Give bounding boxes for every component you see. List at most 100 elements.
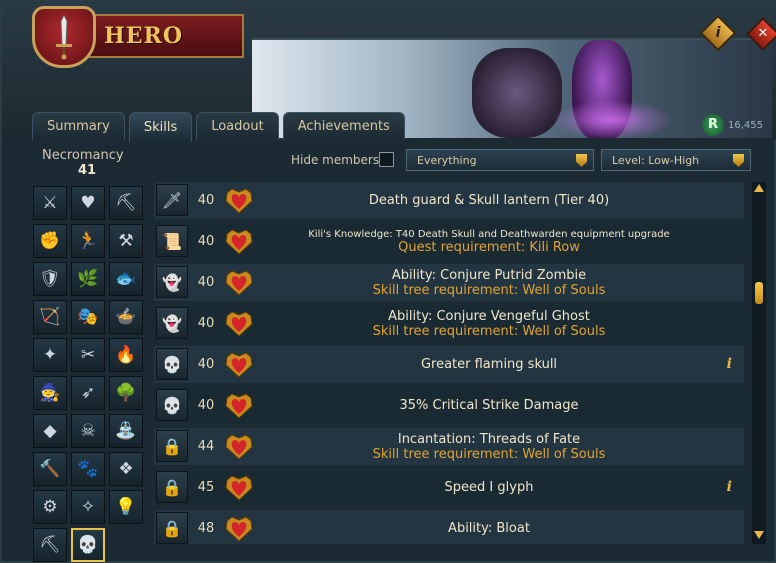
tab-skills[interactable]: Skills [128, 112, 193, 142]
unlock-list: 🗡 40 Death guard & Skull lantern (Tier 40)… [154, 182, 744, 544]
skill-firemaking-icon[interactable]: 🔥 [109, 338, 143, 372]
skill-construction-icon[interactable]: 🔨 [33, 452, 67, 486]
lock-icon: 🔒 [156, 512, 188, 544]
skill-runecrafting-icon[interactable]: ◆ [33, 414, 67, 448]
skill-crafting-icon[interactable]: ✂ [71, 338, 105, 372]
window-header: HERO i ✕ Summary Skills Loadout Achievem… [2, 2, 776, 142]
unlock-text: Speed I glyph [264, 469, 714, 506]
unlock-row[interactable]: 📜 40 Kili's Knowledge: T40 Death Skull and… [154, 223, 744, 260]
unlock-row[interactable]: 🔒 44 Incantation: Threads of Fate Skill tre… [154, 428, 744, 465]
skill-necromancy-icon[interactable]: 💀 [71, 528, 105, 562]
skill-prayer-icon[interactable]: ✦ [33, 338, 67, 372]
runecoin-amount: 16,455 [728, 119, 763, 131]
unlock-level: 40 [197, 316, 215, 331]
members-heart-icon [225, 475, 253, 501]
tab-loadout[interactable]: Loadout [196, 112, 279, 140]
unlock-title: Incantation: Threads of Fate [397, 431, 581, 447]
unlock-title: Kili's Knowledge: T40 Death Skull and De… [308, 228, 670, 240]
skill-smithing-icon[interactable]: ⚒ [109, 224, 143, 258]
members-heart-icon [225, 270, 253, 296]
lock-icon: 🔒 [156, 471, 188, 503]
type-filter-dropdown[interactable]: Everything [406, 149, 594, 171]
skill-sidebar: Necromancy 41 ⚔ ♥ ⛏ ✊ 🏃 ⚒ 🛡 🌿 🐟 🏹 🎭 🍲 ✦ ✂ 🔥 🧙 ➶ 🌳 ◆ ☠ ⛲ 🔨 🐾 ❖ ⚙ ✧… [12, 142, 148, 562]
unlock-title: Ability: Conjure Putrid Zombie [391, 267, 587, 283]
skill-herblore-icon[interactable]: 🌿 [71, 262, 105, 296]
skill-mining-icon[interactable]: ⛏ [109, 186, 143, 220]
sort-value: Level: Low-High [612, 153, 700, 167]
info-icon[interactable]: i [727, 469, 732, 506]
unlock-level: 40 [197, 357, 215, 372]
skill-dungeoneering-icon[interactable]: ⚙ [33, 490, 67, 524]
runecoin-balance: R 16,455 [702, 114, 763, 136]
skill-hunter-icon[interactable]: 🐾 [71, 452, 105, 486]
unlock-text: Ability: Conjure Putrid Zombie Skill tree… [264, 264, 714, 301]
tab-achievements[interactable]: Achievements [282, 112, 405, 140]
unlock-row[interactable]: 🗡 40 Death guard & Skull lantern (Tier 40) [154, 182, 744, 219]
members-heart-icon [225, 311, 253, 337]
skill-defence-icon[interactable]: 🛡 [33, 262, 67, 296]
skill-constitution-icon[interactable]: ♥ [71, 186, 105, 220]
banner-glow [552, 100, 672, 138]
tab-summary[interactable]: Summary [32, 112, 125, 140]
skill-divination-icon[interactable]: ✧ [71, 490, 105, 524]
unlock-level: 44 [197, 439, 215, 454]
skill-woodcutting-icon[interactable]: 🌳 [109, 376, 143, 410]
skill-fletching-icon[interactable]: ➶ [71, 376, 105, 410]
members-heart-icon [225, 352, 253, 378]
unlock-text: Kili's Knowledge: T40 Death Skull and De… [264, 223, 714, 260]
unlock-level: 40 [197, 398, 215, 413]
info-icon[interactable]: i [727, 346, 732, 383]
skill-invention-icon[interactable]: 💡 [109, 490, 143, 524]
members-heart-icon [225, 229, 253, 255]
unlock-row[interactable]: 👻 40 Ability: Conjure Putrid Zombie Skill t… [154, 264, 744, 301]
unlock-row[interactable]: 💀 40 Greater flaming skull i [154, 346, 744, 383]
unlock-text: Incantation: Threads of Fate Skill tree r… [264, 428, 714, 465]
skill-slayer-icon[interactable]: ☠ [71, 414, 105, 448]
sword-shield-icon [32, 6, 96, 68]
skull-icon: 💀 [156, 389, 188, 421]
members-heart-icon [225, 393, 253, 419]
skill-summoning-icon[interactable]: ❖ [109, 452, 143, 486]
skill-attack-icon[interactable]: ⚔ [33, 186, 67, 220]
hide-members-checkbox[interactable] [379, 152, 394, 167]
sort-dropdown[interactable]: Level: Low-High [601, 149, 751, 171]
scroll-icon: 📜 [156, 225, 188, 257]
unlock-requirement: Skill tree requirement: Well of Souls [372, 282, 606, 298]
unlock-title: Ability: Bloat [448, 521, 530, 536]
skill-magic-icon[interactable]: 🧙 [33, 376, 67, 410]
scrollbar-track[interactable] [752, 182, 766, 544]
hero-window: HERO i ✕ Summary Skills Loadout Achievem… [0, 0, 776, 563]
skill-archaeology-icon[interactable]: ⛏ [33, 528, 67, 562]
unlock-row[interactable]: 🔒 45 Speed I glyph i [154, 469, 744, 506]
unlock-title: Death guard & Skull lantern (Tier 40) [368, 193, 610, 208]
skill-agility-icon[interactable]: 🏃 [71, 224, 105, 258]
unlock-row[interactable]: 👻 40 Ability: Conjure Vengeful Ghost Skill … [154, 305, 744, 342]
flaming-skull-icon: 💀 [156, 348, 188, 380]
scrollbar-thumb[interactable] [755, 282, 763, 304]
unlock-text: Greater flaming skull [264, 346, 714, 383]
skill-ranged-icon[interactable]: 🏹 [33, 300, 67, 334]
banner-figure-golem [472, 48, 562, 138]
chevron-down-icon [576, 154, 587, 167]
unlock-text: Ability: Bloat [264, 510, 714, 544]
runecoin-icon: R [702, 114, 724, 136]
skill-thieving-icon[interactable]: 🎭 [71, 300, 105, 334]
window-title: HERO [104, 23, 184, 49]
unlock-row[interactable]: 💀 40 35% Critical Strike Damage [154, 387, 744, 424]
skill-strength-icon[interactable]: ✊ [33, 224, 67, 258]
skill-fishing-icon[interactable]: 🐟 [109, 262, 143, 296]
skill-farming-icon[interactable]: ⛲ [109, 414, 143, 448]
unlock-row[interactable]: 🔒 48 Ability: Bloat [154, 510, 744, 544]
selected-skill-name: Necromancy [42, 148, 124, 163]
staff-icon: 🗡 [156, 184, 188, 216]
type-filter-value: Everything [417, 153, 477, 167]
unlock-level: 48 [197, 521, 215, 536]
unlock-text: Ability: Conjure Vengeful Ghost Skill tre… [264, 305, 714, 342]
unlock-level: 45 [197, 480, 215, 495]
unlock-level: 40 [197, 234, 215, 249]
unlock-requirement: Quest requirement: Kili Row [398, 239, 580, 255]
unlock-title: 35% Critical Strike Damage [399, 398, 579, 413]
skill-cooking-icon[interactable]: 🍲 [109, 300, 143, 334]
selected-skill-level: 41 [78, 163, 97, 178]
hide-members-label: Hide members [291, 153, 380, 167]
